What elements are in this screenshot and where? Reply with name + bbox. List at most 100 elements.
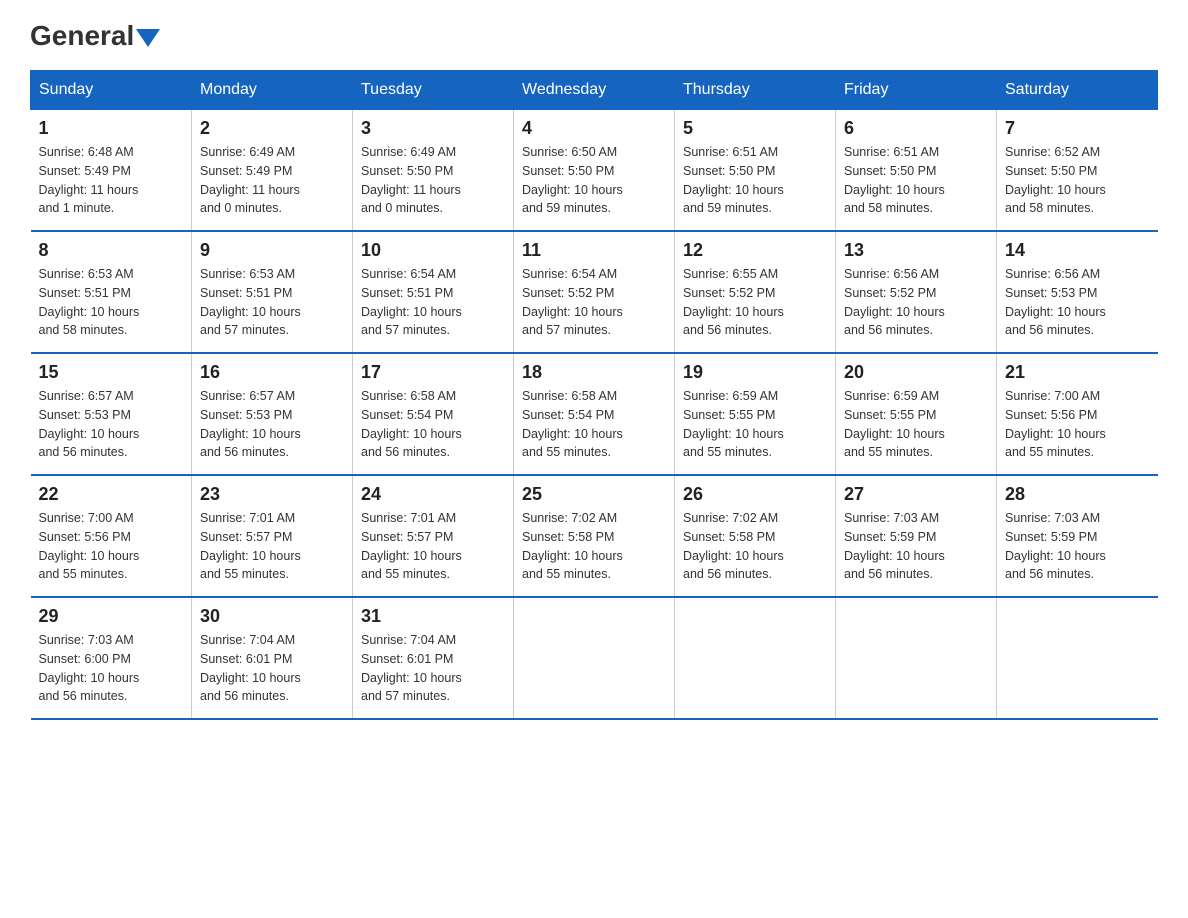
header-day: Wednesday — [514, 71, 675, 110]
day-number: 12 — [683, 240, 827, 261]
day-info: Sunrise: 7:04 AMSunset: 6:01 PMDaylight:… — [200, 631, 344, 706]
calendar-cell: 23 Sunrise: 7:01 AMSunset: 5:57 PMDayligh… — [192, 475, 353, 597]
day-info: Sunrise: 7:01 AMSunset: 5:57 PMDaylight:… — [200, 509, 344, 584]
calendar-cell: 25 Sunrise: 7:02 AMSunset: 5:58 PMDayligh… — [514, 475, 675, 597]
day-number: 30 — [200, 606, 344, 627]
day-info: Sunrise: 7:00 AMSunset: 5:56 PMDaylight:… — [39, 509, 184, 584]
day-number: 13 — [844, 240, 988, 261]
day-info: Sunrise: 6:50 AMSunset: 5:50 PMDaylight:… — [522, 143, 666, 218]
calendar-cell: 21 Sunrise: 7:00 AMSunset: 5:56 PMDayligh… — [997, 353, 1158, 475]
day-number: 1 — [39, 118, 184, 139]
day-number: 14 — [1005, 240, 1150, 261]
day-info: Sunrise: 6:58 AMSunset: 5:54 PMDaylight:… — [361, 387, 505, 462]
calendar-cell: 28Sunrise: 7:03 AMSunset: 5:59 PMDayligh… — [997, 475, 1158, 597]
header-day: Saturday — [997, 71, 1158, 110]
logo-triangle-icon — [136, 29, 160, 47]
calendar-cell: 26Sunrise: 7:02 AMSunset: 5:58 PMDayligh… — [675, 475, 836, 597]
calendar-cell: 20Sunrise: 6:59 AMSunset: 5:55 PMDayligh… — [836, 353, 997, 475]
calendar-cell: 16 Sunrise: 6:57 AMSunset: 5:53 PMDayligh… — [192, 353, 353, 475]
day-number: 5 — [683, 118, 827, 139]
day-number: 17 — [361, 362, 505, 383]
day-number: 7 — [1005, 118, 1150, 139]
day-info: Sunrise: 7:00 AMSunset: 5:56 PMDaylight:… — [1005, 387, 1150, 462]
calendar-cell: 2 Sunrise: 6:49 AMSunset: 5:49 PMDaylight… — [192, 110, 353, 232]
day-number: 10 — [361, 240, 505, 261]
day-number: 22 — [39, 484, 184, 505]
calendar-body: 1 Sunrise: 6:48 AMSunset: 5:49 PMDaylight… — [31, 110, 1158, 720]
header-day: Monday — [192, 71, 353, 110]
day-info: Sunrise: 7:02 AMSunset: 5:58 PMDaylight:… — [522, 509, 666, 584]
day-info: Sunrise: 6:51 AMSunset: 5:50 PMDaylight:… — [683, 143, 827, 218]
day-info: Sunrise: 6:51 AMSunset: 5:50 PMDaylight:… — [844, 143, 988, 218]
day-number: 4 — [522, 118, 666, 139]
day-info: Sunrise: 7:01 AMSunset: 5:57 PMDaylight:… — [361, 509, 505, 584]
calendar-cell: 11Sunrise: 6:54 AMSunset: 5:52 PMDayligh… — [514, 231, 675, 353]
day-number: 21 — [1005, 362, 1150, 383]
day-number: 19 — [683, 362, 827, 383]
header-day: Friday — [836, 71, 997, 110]
day-info: Sunrise: 6:53 AMSunset: 5:51 PMDaylight:… — [200, 265, 344, 340]
calendar-cell: 19 Sunrise: 6:59 AMSunset: 5:55 PMDayligh… — [675, 353, 836, 475]
day-info: Sunrise: 6:54 AMSunset: 5:52 PMDaylight:… — [522, 265, 666, 340]
calendar-cell: 15 Sunrise: 6:57 AMSunset: 5:53 PMDayligh… — [31, 353, 192, 475]
calendar-week-row: 29Sunrise: 7:03 AMSunset: 6:00 PMDayligh… — [31, 597, 1158, 719]
day-number: 16 — [200, 362, 344, 383]
day-number: 20 — [844, 362, 988, 383]
day-number: 9 — [200, 240, 344, 261]
calendar-cell: 4 Sunrise: 6:50 AMSunset: 5:50 PMDaylight… — [514, 110, 675, 232]
header-day: Sunday — [31, 71, 192, 110]
header-day: Tuesday — [353, 71, 514, 110]
day-number: 25 — [522, 484, 666, 505]
day-info: Sunrise: 7:03 AMSunset: 5:59 PMDaylight:… — [1005, 509, 1150, 584]
day-number: 24 — [361, 484, 505, 505]
calendar-cell: 9 Sunrise: 6:53 AMSunset: 5:51 PMDaylight… — [192, 231, 353, 353]
logo-general: General — [30, 20, 134, 52]
calendar-cell: 13 Sunrise: 6:56 AMSunset: 5:52 PMDayligh… — [836, 231, 997, 353]
day-info: Sunrise: 6:56 AMSunset: 5:52 PMDaylight:… — [844, 265, 988, 340]
calendar-cell: 3Sunrise: 6:49 AMSunset: 5:50 PMDaylight… — [353, 110, 514, 232]
calendar-cell: 29Sunrise: 7:03 AMSunset: 6:00 PMDayligh… — [31, 597, 192, 719]
calendar-cell — [997, 597, 1158, 719]
calendar-cell — [514, 597, 675, 719]
logo-text: General — [30, 20, 160, 52]
day-info: Sunrise: 6:58 AMSunset: 5:54 PMDaylight:… — [522, 387, 666, 462]
calendar-table: SundayMondayTuesdayWednesdayThursdayFrid… — [30, 70, 1158, 720]
day-info: Sunrise: 7:04 AMSunset: 6:01 PMDaylight:… — [361, 631, 505, 706]
calendar-cell: 30 Sunrise: 7:04 AMSunset: 6:01 PMDayligh… — [192, 597, 353, 719]
day-info: Sunrise: 7:02 AMSunset: 5:58 PMDaylight:… — [683, 509, 827, 584]
day-number: 18 — [522, 362, 666, 383]
calendar-cell: 31 Sunrise: 7:04 AMSunset: 6:01 PMDayligh… — [353, 597, 514, 719]
day-info: Sunrise: 6:49 AMSunset: 5:49 PMDaylight:… — [200, 143, 344, 218]
calendar-cell: 8Sunrise: 6:53 AMSunset: 5:51 PMDaylight… — [31, 231, 192, 353]
day-number: 23 — [200, 484, 344, 505]
day-info: Sunrise: 6:57 AMSunset: 5:53 PMDaylight:… — [200, 387, 344, 462]
day-info: Sunrise: 6:53 AMSunset: 5:51 PMDaylight:… — [39, 265, 184, 340]
header-row: SundayMondayTuesdayWednesdayThursdayFrid… — [31, 71, 1158, 110]
day-info: Sunrise: 6:48 AMSunset: 5:49 PMDaylight:… — [39, 143, 184, 218]
day-info: Sunrise: 6:57 AMSunset: 5:53 PMDaylight:… — [39, 387, 184, 462]
calendar-cell: 7 Sunrise: 6:52 AMSunset: 5:50 PMDaylight… — [997, 110, 1158, 232]
calendar-cell: 5 Sunrise: 6:51 AMSunset: 5:50 PMDaylight… — [675, 110, 836, 232]
calendar-cell: 10 Sunrise: 6:54 AMSunset: 5:51 PMDayligh… — [353, 231, 514, 353]
calendar-cell: 27Sunrise: 7:03 AMSunset: 5:59 PMDayligh… — [836, 475, 997, 597]
calendar-header: SundayMondayTuesdayWednesdayThursdayFrid… — [31, 71, 1158, 110]
day-info: Sunrise: 6:52 AMSunset: 5:50 PMDaylight:… — [1005, 143, 1150, 218]
day-number: 15 — [39, 362, 184, 383]
day-info: Sunrise: 7:03 AMSunset: 6:00 PMDaylight:… — [39, 631, 184, 706]
calendar-cell: 22 Sunrise: 7:00 AMSunset: 5:56 PMDayligh… — [31, 475, 192, 597]
day-number: 31 — [361, 606, 505, 627]
calendar-week-row: 15 Sunrise: 6:57 AMSunset: 5:53 PMDayligh… — [31, 353, 1158, 475]
day-info: Sunrise: 6:59 AMSunset: 5:55 PMDaylight:… — [683, 387, 827, 462]
day-info: Sunrise: 6:49 AMSunset: 5:50 PMDaylight:… — [361, 143, 505, 218]
calendar-cell: 6 Sunrise: 6:51 AMSunset: 5:50 PMDaylight… — [836, 110, 997, 232]
day-number: 6 — [844, 118, 988, 139]
calendar-cell: 1 Sunrise: 6:48 AMSunset: 5:49 PMDaylight… — [31, 110, 192, 232]
calendar-week-row: 22 Sunrise: 7:00 AMSunset: 5:56 PMDayligh… — [31, 475, 1158, 597]
day-number: 2 — [200, 118, 344, 139]
calendar-cell — [675, 597, 836, 719]
calendar-cell: 24 Sunrise: 7:01 AMSunset: 5:57 PMDayligh… — [353, 475, 514, 597]
day-info: Sunrise: 6:55 AMSunset: 5:52 PMDaylight:… — [683, 265, 827, 340]
day-info: Sunrise: 7:03 AMSunset: 5:59 PMDaylight:… — [844, 509, 988, 584]
day-info: Sunrise: 6:54 AMSunset: 5:51 PMDaylight:… — [361, 265, 505, 340]
calendar-cell: 18 Sunrise: 6:58 AMSunset: 5:54 PMDayligh… — [514, 353, 675, 475]
